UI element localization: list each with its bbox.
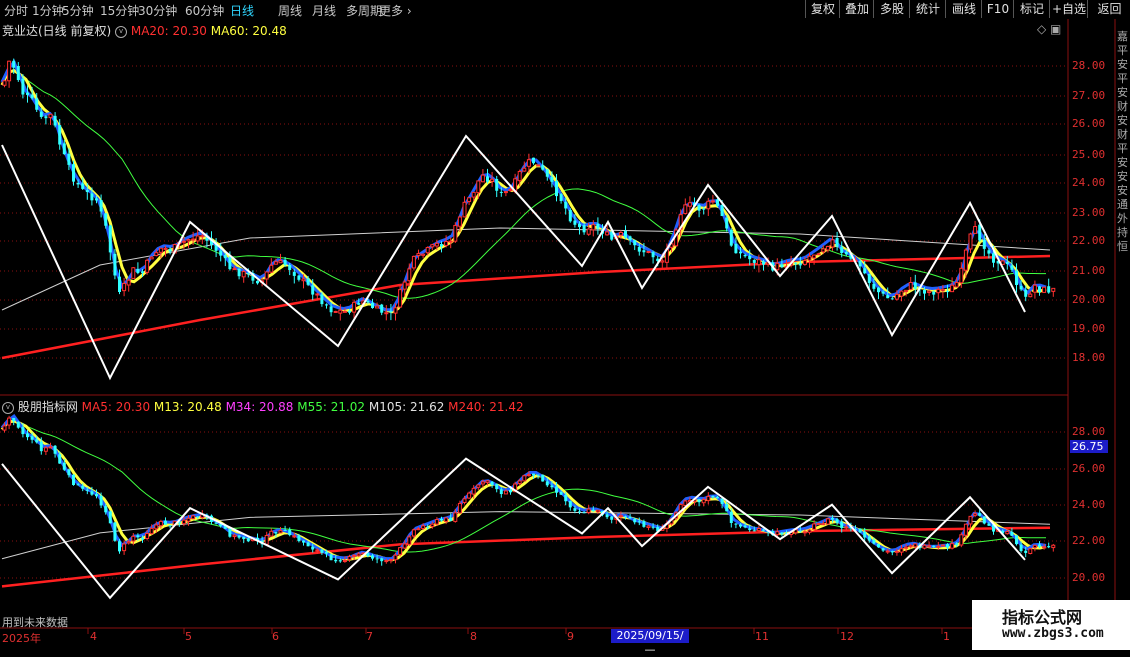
indicator-title: 股朋指标网 <box>17 400 78 414</box>
lower-panel-header: v 股朋指标网 MA5: 20.30 M13: 20.48 M34: 20.88… <box>2 398 524 415</box>
y-label: 28.00 <box>1072 59 1106 72</box>
watermark: 指标公式网 www.zbgs3.com <box>972 600 1130 650</box>
watermark-title: 指标公式网 <box>1002 608 1083 627</box>
ma-label-5: M240: 21.42 <box>444 400 524 414</box>
x-label: 7 <box>366 630 373 643</box>
y-label: 21.00 <box>1072 264 1106 277</box>
x-label: 1 <box>943 630 950 643</box>
y-label: 25.00 <box>1072 148 1106 161</box>
x-label: 11 <box>755 630 769 643</box>
y-label: 24.00 <box>1072 176 1106 189</box>
y-label: 27.00 <box>1072 89 1106 102</box>
stock-title: 竞业达(日线 前复权) <box>2 24 112 38</box>
x-label: 4 <box>90 630 97 643</box>
kline-chart[interactable] <box>0 0 1130 650</box>
maximize-icon[interactable]: ▣ <box>1050 22 1061 36</box>
panel-controls[interactable]: ◇ ▣ <box>1037 22 1061 36</box>
watermark-url: www.zbgs3.com <box>1002 626 1104 641</box>
ma-label-2: M34: 20.88 <box>221 400 294 414</box>
price-tag: 26.75 <box>1070 440 1108 453</box>
y-label: 26.00 <box>1072 462 1106 475</box>
ma-list: MA5: 20.30 M13: 20.48 M34: 20.88 M55: 21… <box>82 400 524 414</box>
y-label: 23.00 <box>1072 206 1106 219</box>
y-label: 20.00 <box>1072 293 1106 306</box>
ma-label-1: M13: 20.48 <box>150 400 222 414</box>
x-label: 8 <box>470 630 477 643</box>
y-label: 20.00 <box>1072 571 1106 584</box>
future-data-label: 用到未来数据 <box>2 616 68 629</box>
ma-label-0: MA5: 20.30 <box>81 400 151 414</box>
ma-label-4: M105: 21.62 <box>365 400 445 414</box>
x-label: 5 <box>185 630 192 643</box>
side-panel-text: 嘉平安平安财安财平安安安通外持恒 <box>1117 30 1128 253</box>
cursor-date: 2025/09/15/— <box>611 629 689 656</box>
ma60-label: MA60: 20.48 <box>210 24 287 38</box>
y-label: 22.00 <box>1072 534 1106 547</box>
y-label: 28.00 <box>1072 425 1106 438</box>
y-label: 24.00 <box>1072 498 1106 511</box>
upper-panel-header: 竞业达(日线 前复权) v MA20: 20.30 MA60: 20.48 <box>2 22 287 39</box>
x-label: 2025年 <box>2 632 41 645</box>
y-label: 19.00 <box>1072 322 1106 335</box>
y-label: 22.00 <box>1072 234 1106 247</box>
x-label: 12 <box>840 630 854 643</box>
x-label: 6 <box>272 630 279 643</box>
settings-icon[interactable]: v <box>2 401 14 414</box>
y-label: 26.00 <box>1072 117 1106 130</box>
settings-icon[interactable]: v <box>115 25 128 38</box>
ma20-label: MA20: 20.30 <box>130 24 207 38</box>
ma-label-3: M55: 21.02 <box>293 400 366 414</box>
x-label: 9 <box>567 630 574 643</box>
chart-grid <box>0 19 1130 650</box>
y-label: 18.00 <box>1072 351 1106 364</box>
